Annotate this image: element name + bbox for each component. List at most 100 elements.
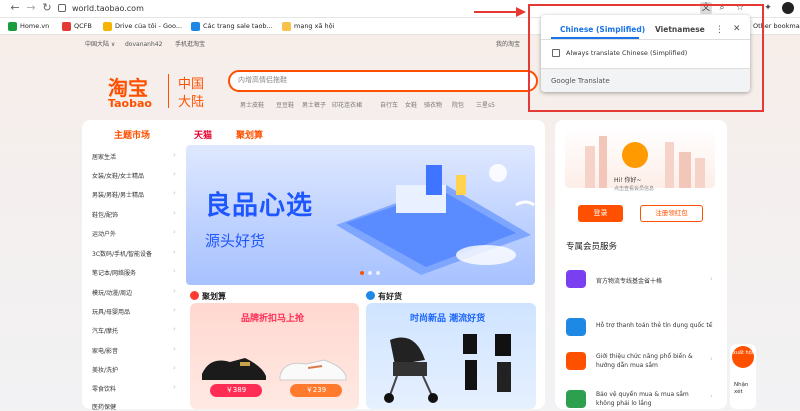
region-label-1: 中国 (178, 77, 205, 92)
annotation-arrow (474, 11, 518, 13)
avatar[interactable] (782, 2, 794, 14)
chevron-right-icon: › (173, 151, 176, 159)
category-item[interactable]: 鞋包/配饰 (92, 210, 118, 219)
category-item[interactable]: 模玩/动漫/周边 (92, 288, 132, 297)
member-info-link[interactable]: 点击查看会员信息 (614, 185, 654, 192)
bookmark-qcfb[interactable]: QCFB (62, 20, 92, 33)
banner-headline: 良品心选 (205, 191, 314, 221)
user-avatar[interactable] (622, 142, 648, 168)
chevron-right-icon: › (173, 228, 176, 236)
hot-keyword[interactable]: 三星s5 (476, 100, 495, 109)
category-item[interactable]: 汽车/摩托 (92, 326, 118, 335)
chevron-right-icon: › (173, 267, 176, 275)
banner-subline: 源头好货 (205, 232, 266, 250)
annotation-arrow-head (516, 7, 526, 17)
greeting-text: Hi! 你好~ (614, 177, 642, 184)
tab-tmall[interactable]: 天猫 (194, 128, 212, 141)
username-link[interactable]: dovananh42 (125, 39, 162, 51)
tab-juhuasuan[interactable]: 聚划算 (236, 128, 263, 141)
category-item[interactable]: 笔记本/网络服务 (92, 268, 136, 277)
stroller-image (375, 330, 445, 405)
shield-icon (566, 390, 586, 408)
feedback-label: Nhận xét (734, 382, 749, 395)
back-icon[interactable]: ← (8, 1, 22, 15)
good-goods-card-title: 时尚新品 潮流好货 (410, 314, 486, 324)
chevron-right-icon: › (710, 392, 713, 400)
service-item[interactable]: Bảo vệ quyền mua & mua sắm không phải lo… (596, 390, 708, 408)
good-goods-icon (366, 291, 375, 300)
hot-keyword[interactable]: 院包 (452, 100, 464, 109)
bookmark-icon (62, 21, 71, 31)
hot-keyword[interactable]: 男士皮鞋 (240, 100, 264, 109)
hot-keyword[interactable]: 豆豆鞋 (276, 100, 294, 109)
category-item[interactable]: 零食饮料 (92, 384, 116, 393)
juhuasuan-icon (190, 291, 199, 300)
forward-icon[interactable]: → (24, 1, 38, 15)
chevron-right-icon: › (710, 355, 713, 363)
price-tag: ￥389 (210, 384, 262, 397)
tab-theme-market[interactable]: 主题市场 (114, 128, 150, 141)
category-item[interactable]: 运动户外 (92, 229, 116, 238)
member-services-title: 专属会员服务 (566, 242, 618, 252)
bookmark-icon (8, 21, 17, 31)
hot-keyword[interactable]: 骑衣物 (424, 100, 442, 109)
bookmark-social[interactable]: mạng xã hội (282, 20, 334, 33)
chevron-right-icon: › (173, 287, 176, 295)
credit-card-icon (566, 318, 586, 336)
category-item[interactable]: 家电/影音 (92, 346, 118, 355)
carousel-dot[interactable] (376, 271, 380, 275)
search-placeholder: 内增高情侣拖鞋 (238, 76, 287, 84)
shoe-image (200, 352, 270, 382)
category-item[interactable]: 男装/男鞋/男士精品 (92, 190, 144, 199)
sneaker-image (278, 352, 348, 382)
service-item[interactable]: Giới thiệu chức năng phổ biến & hướng dẫ… (596, 352, 708, 370)
chevron-right-icon: › (173, 209, 176, 217)
section-title-juhuasuan[interactable]: 聚划算 (202, 291, 226, 302)
chevron-right-icon: › (710, 321, 713, 329)
hot-keyword[interactable]: 女鞋 (405, 100, 417, 109)
login-button[interactable]: 登录 (578, 205, 623, 222)
region-label-2: 大陆 (178, 95, 205, 110)
carousel-dot[interactable] (360, 271, 364, 275)
chevron-right-icon: › (173, 364, 176, 372)
my-taobao-link[interactable]: 我的淘宝 (496, 39, 520, 51)
hot-keyword[interactable]: 印花连衣裙 (332, 100, 362, 109)
chevron-right-icon: › (710, 275, 713, 283)
drive-icon (103, 21, 112, 31)
service-item[interactable]: Hỗ trợ thanh toán thẻ tín dụng quốc tế (596, 322, 712, 329)
bookmark-taobao-sale[interactable]: Các trang sale taob... (191, 20, 273, 33)
section-title-good-goods[interactable]: 有好货 (378, 291, 402, 302)
taobao-logo-en: Taobao (108, 97, 152, 110)
chevron-right-icon: › (173, 170, 176, 178)
category-item[interactable]: 居家生活 (92, 152, 116, 161)
feedback-badge: xuất hội (732, 346, 754, 368)
chevron-right-icon: › (173, 306, 176, 314)
bookmark-drive[interactable]: Drive của tôi - Goo... (103, 20, 182, 33)
category-item[interactable]: 医药保健 (92, 402, 116, 411)
guide-icon (566, 352, 586, 370)
apparel-image (455, 330, 525, 405)
service-item[interactable]: 官方物流专线基金省十格 (596, 276, 662, 285)
chevron-right-icon: › (173, 189, 176, 197)
region-selector[interactable]: 中国大陆 ∨ (85, 39, 115, 51)
annotation-box (528, 4, 764, 112)
category-item[interactable]: 美妆/洗护 (92, 365, 118, 374)
register-button[interactable]: 注册领红包 (640, 205, 703, 222)
logo-divider (168, 74, 169, 108)
chevron-right-icon: › (173, 325, 176, 333)
logistics-icon (566, 270, 586, 288)
category-item[interactable]: 女装/女鞋/女士精品 (92, 171, 144, 180)
deal-card-title: 品牌折扣马上抢 (241, 314, 305, 324)
bookmark-icon (191, 21, 200, 31)
hot-keyword[interactable]: 男士裤子 (302, 100, 326, 109)
bookmark-home-vn[interactable]: Home.vn (8, 20, 49, 33)
hot-keyword[interactable]: 自行车 (380, 100, 398, 109)
mobile-link[interactable]: 手机逛淘宝 (175, 39, 205, 51)
category-item[interactable]: 玩具/母婴用品 (92, 307, 130, 316)
reload-icon[interactable]: ↻ (40, 1, 54, 15)
carousel-dot[interactable] (368, 271, 372, 275)
category-item[interactable]: 3C数码/手机/智能设备 (92, 249, 152, 258)
lock-icon[interactable] (58, 4, 66, 12)
chevron-right-icon: › (173, 383, 176, 391)
chevron-right-icon: › (173, 345, 176, 353)
